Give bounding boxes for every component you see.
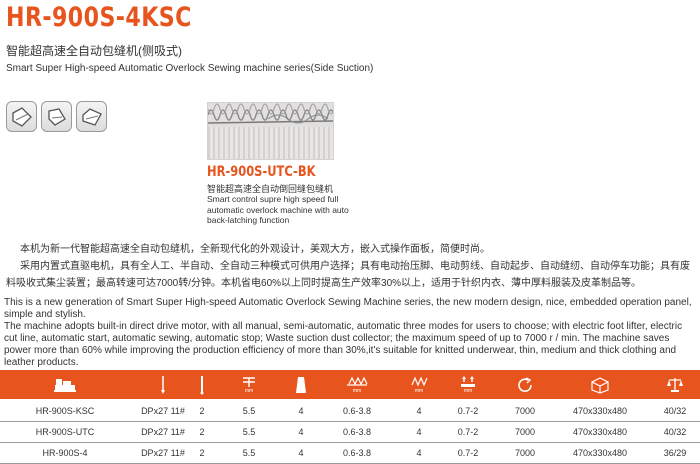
table-cell: 0.7-2 (457, 427, 479, 437)
specs-header: mm mm mm mm (0, 370, 700, 399)
table-cell: 7000 (514, 427, 536, 437)
differential-feed-unit: mm (352, 388, 362, 394)
table-cell: 7000 (514, 448, 536, 458)
table-cell: 4 (298, 427, 304, 437)
description-chinese: 本机为新一代智能超高速全自动包缝机，全新现代化的外观设计，美观大方，嵌入式操作面… (6, 241, 696, 292)
table-row: HR-900S-KSC DPx27 11# 2 5.5 4 0.6-3.8 4 … (0, 401, 700, 422)
needle-count-icon (196, 370, 208, 399)
table-cell: 5.5 (242, 427, 256, 437)
description-chinese-paragraph: 采用内置式直驱电机，具有全人工、半自动、全自动三种模式可供用户选择；具有电动抬压… (6, 261, 690, 289)
thread-cone-icon (290, 370, 312, 399)
needle-icon (130, 370, 196, 399)
differential-feed-icon (347, 376, 368, 386)
table-cell: 7000 (514, 406, 536, 416)
stitch-length-unit: mm (244, 388, 254, 394)
table-cell: HR-900S-4 (42, 448, 88, 458)
table-cell: HR-900S-UTC (35, 427, 95, 437)
table-cell: 40/32 (663, 406, 687, 416)
presser-foot-angled-icon (41, 101, 72, 132)
page-title: HR-900S-4KSC (6, 2, 192, 33)
stitch-length-icon (243, 377, 255, 387)
table-cell: DPx27 11# (141, 406, 185, 416)
table-cell: 4 (298, 406, 304, 416)
table-cell: 5.5 (242, 406, 256, 416)
table-cell: HR-900S-KSC (35, 406, 95, 416)
table-row: HR-900S-UTC DPx27 11# 2 5.5 4 0.6-3.8 4 … (0, 422, 700, 443)
model-name: HR-900S-UTC-BK (207, 164, 316, 180)
presser-foot-icon (6, 101, 37, 132)
table-cell: 2 (199, 406, 205, 416)
table-cell: 0.6-3.8 (342, 427, 372, 437)
table-cell: 4 (416, 427, 422, 437)
table-cell: 2 (199, 427, 205, 437)
speed-icon (500, 370, 550, 399)
description-english-paragraph: This is a new generation of Smart Super … (4, 297, 692, 320)
stitch-width-unit: mm (414, 388, 424, 394)
presser-foot-thumbnails (6, 101, 107, 132)
table-cell: 5.5 (242, 448, 256, 458)
subtitle-chinese: 智能超高速全自动包缝机(侧吸式) (6, 44, 182, 58)
table-cell: 0.6-3.8 (342, 448, 372, 458)
table-cell: 4 (416, 406, 422, 416)
presser-foot-lift-icon (461, 376, 475, 387)
table-cell: DPx27 11# (141, 448, 185, 458)
package-size-icon (550, 370, 650, 399)
presser-foot-lift-unit: mm (463, 388, 473, 394)
table-cell: 40/32 (663, 427, 687, 437)
table-cell: DPx27 11# (141, 427, 185, 437)
table-cell: 470x330x480 (572, 448, 628, 458)
table-row: HR-900S-4 DPx27 11# 2 5.5 4 0.6-3.8 4 0.… (0, 443, 700, 464)
specs-table: HR-900S-KSC DPx27 11# 2 5.5 4 0.6-3.8 4 … (0, 401, 700, 464)
table-cell: 4 (298, 448, 304, 458)
table-cell: 0.7-2 (457, 406, 479, 416)
machine-icon (0, 370, 130, 399)
model-description-english: Smart control supre high speed full auto… (207, 194, 349, 225)
table-cell: 0.6-3.8 (342, 406, 372, 416)
table-cell: 2 (199, 448, 205, 458)
stitch-width-icon (411, 376, 428, 387)
stitch-sample-image (207, 102, 334, 160)
table-cell: 36/29 (663, 448, 687, 458)
table-cell: 4 (416, 448, 422, 458)
presser-foot-wide-icon (76, 101, 107, 132)
description-english: This is a new generation of Smart Super … (4, 297, 698, 369)
subtitle-english: Smart Super High-speed Automatic Overloc… (6, 63, 374, 74)
table-cell: 470x330x480 (572, 427, 628, 437)
weight-icon (650, 370, 700, 399)
table-cell: 0.7-2 (457, 448, 479, 458)
description-english-paragraph: The machine adopts built-in direct drive… (4, 321, 683, 368)
table-cell: 470x330x480 (572, 406, 628, 416)
description-chinese-paragraph: 本机为新一代智能超高速全自动包缝机，全新现代化的外观设计，美观大方，嵌入式操作面… (20, 244, 490, 255)
